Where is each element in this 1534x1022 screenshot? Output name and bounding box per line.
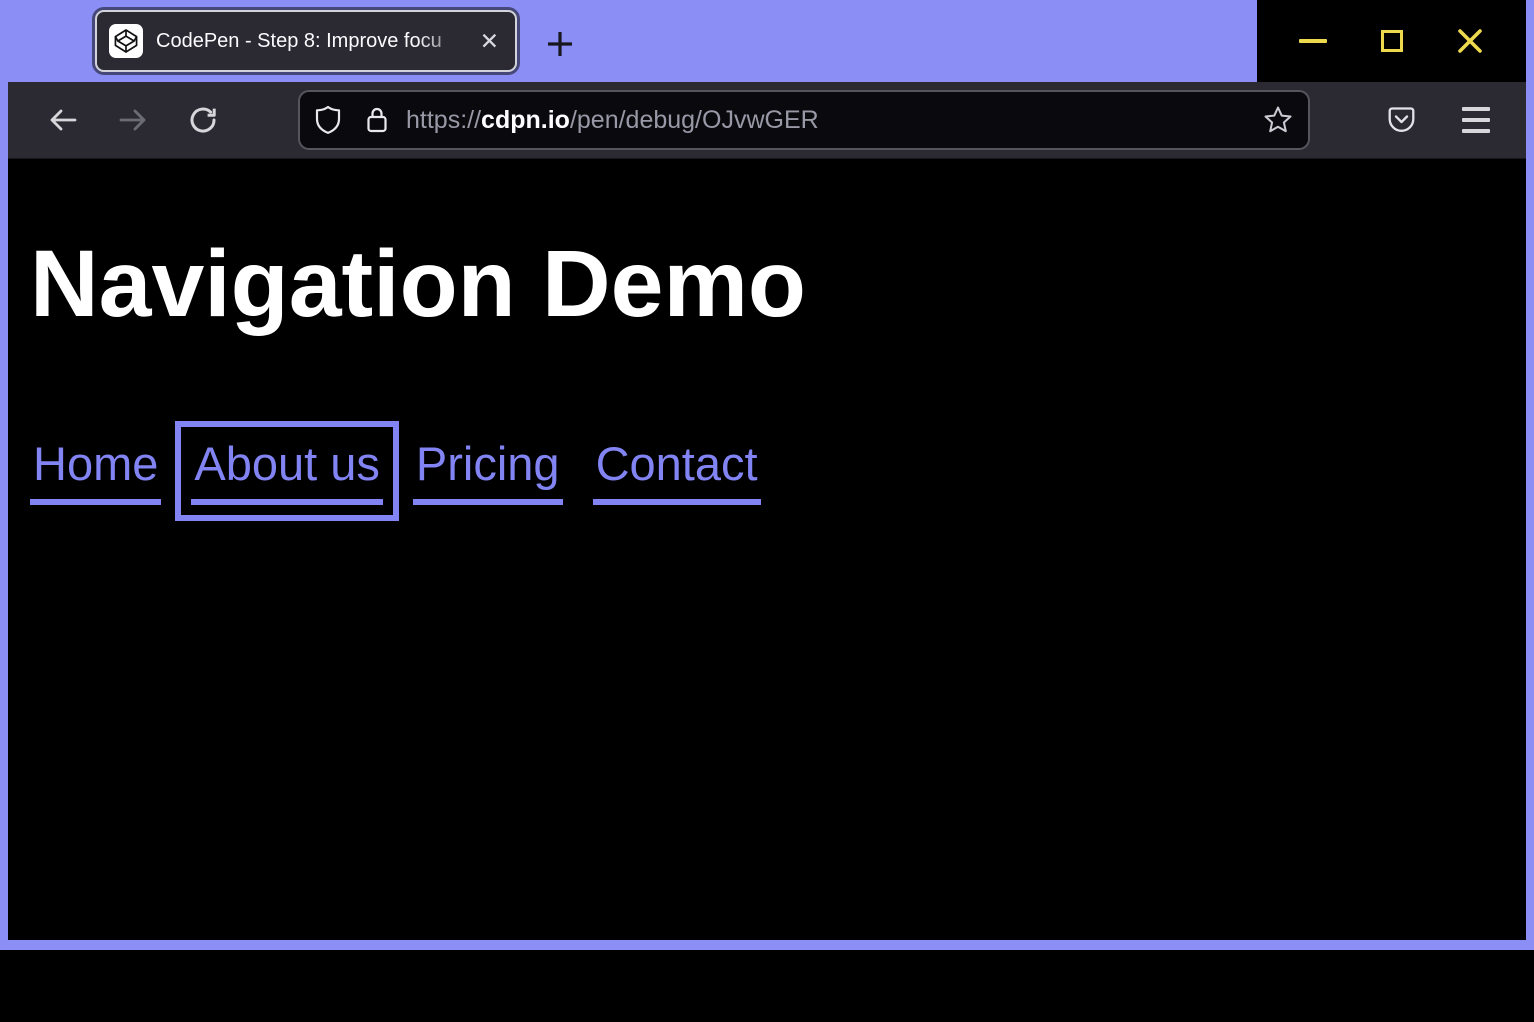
hamburger-icon	[1462, 107, 1490, 111]
window-border-right	[1526, 0, 1534, 950]
star-icon	[1262, 104, 1294, 136]
window-border-bottom	[0, 940, 1534, 950]
tab-close-button[interactable]: ✕	[476, 28, 503, 55]
pocket-icon	[1388, 106, 1415, 135]
menu-button[interactable]	[1462, 107, 1490, 133]
close-icon	[1455, 26, 1485, 56]
pocket-button[interactable]	[1388, 106, 1415, 135]
navigation-toolbar: https://cdpn.io/pen/debug/OJvwGER	[0, 82, 1534, 159]
nav-list: Home About us Pricing Contact	[30, 437, 1534, 505]
main-nav: Home About us Pricing Contact	[30, 437, 1534, 505]
reload-icon	[186, 103, 220, 137]
minimize-icon	[1299, 39, 1327, 43]
nav-item: About us	[191, 437, 383, 505]
nav-item: Contact	[593, 437, 761, 505]
address-bar[interactable]: https://cdpn.io/pen/debug/OJvwGER	[298, 90, 1310, 150]
maximize-button[interactable]	[1370, 19, 1414, 63]
nav-link-about-us[interactable]: About us	[191, 437, 383, 505]
close-button[interactable]	[1448, 19, 1492, 63]
browser-window: CodePen - Step 8: Improve focu ✕	[0, 0, 1534, 950]
tracking-protection-shield-icon[interactable]	[314, 105, 342, 135]
bookmark-star-button[interactable]	[1262, 104, 1294, 136]
window-controls	[1257, 0, 1526, 82]
nav-item: Pricing	[413, 437, 563, 505]
url-domain: cdpn.io	[481, 106, 570, 134]
tab-strip: CodePen - Step 8: Improve focu ✕	[0, 0, 1534, 82]
tab-title: CodePen - Step 8: Improve focu	[156, 30, 474, 53]
browser-tab[interactable]: CodePen - Step 8: Improve focu ✕	[95, 10, 517, 72]
nav-item: Home	[30, 437, 161, 505]
codepen-favicon-icon	[109, 24, 143, 58]
new-tab-button[interactable]	[543, 27, 577, 61]
nav-link-home[interactable]: Home	[30, 437, 161, 505]
forward-button[interactable]	[116, 103, 150, 137]
plus-icon	[545, 29, 575, 59]
url-scheme: https://	[406, 106, 481, 134]
back-arrow-icon	[46, 103, 80, 137]
nav-link-pricing[interactable]: Pricing	[413, 437, 563, 505]
nav-link-contact[interactable]: Contact	[593, 437, 761, 505]
forward-arrow-icon	[116, 103, 150, 137]
url-text: https://cdpn.io/pen/debug/OJvwGER	[406, 106, 1262, 135]
window-border-left	[0, 0, 8, 950]
page-content: Navigation Demo Home About us Pricing Co…	[0, 231, 1534, 1022]
maximize-icon	[1381, 30, 1403, 52]
page-title: Navigation Demo	[30, 231, 1534, 337]
lock-icon[interactable]	[364, 105, 390, 135]
back-button[interactable]	[46, 103, 80, 137]
url-path: /pen/debug/OJvwGER	[570, 106, 819, 134]
minimize-button[interactable]	[1291, 19, 1335, 63]
reload-button[interactable]	[186, 103, 220, 137]
